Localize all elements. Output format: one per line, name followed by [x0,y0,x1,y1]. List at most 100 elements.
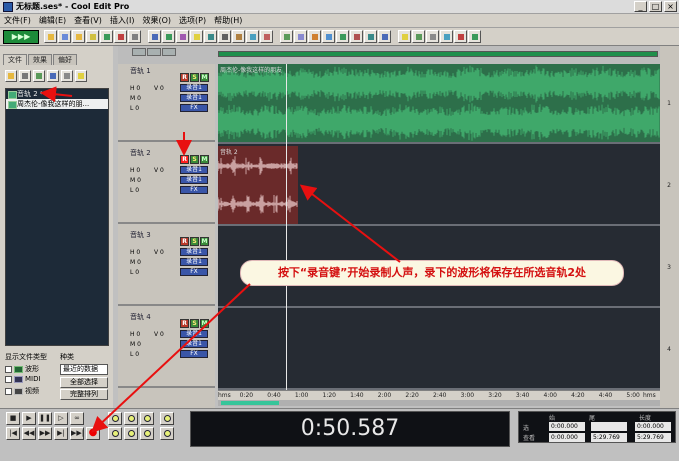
h-value[interactable]: H 0 [130,167,154,174]
output-device-button[interactable]: 录音1 [180,258,208,266]
solo-button[interactable]: S [190,319,199,328]
m-value[interactable]: M 0 [130,259,154,266]
toolbar-button-8[interactable] [148,30,161,43]
track-lane-2[interactable]: 音轨 2 [217,146,660,226]
minimize-button[interactable]: _ [634,1,647,12]
fx-button[interactable]: FX [180,186,208,194]
tab-files[interactable]: 文件 [3,54,27,65]
toolbar-button-17[interactable] [280,30,293,43]
zoom-out-v-button[interactable] [160,427,174,440]
toolbar-button-30[interactable] [468,30,481,43]
session-overview-bar[interactable] [218,51,658,57]
v-value[interactable]: V 0 [154,85,178,92]
selection-end[interactable] [591,422,627,431]
menu-view[interactable]: 查看(V) [74,15,102,26]
loop-button[interactable]: ∞ [70,412,84,425]
track-name[interactable]: 音轨 4 [130,312,151,322]
track-lane-1[interactable]: 周杰伦-像我这样的朋友 [217,64,660,144]
record-button[interactable]: ● [86,427,100,440]
selection-length[interactable]: 0:00.000 [635,422,671,431]
mini-tab-1[interactable] [132,48,146,56]
type-midi-row[interactable]: MIDI [5,375,41,383]
view-begin[interactable]: 0:00.000 [549,433,585,442]
zoom-selection-button[interactable] [140,427,154,440]
view-end[interactable]: 5:29.769 [591,433,627,442]
toolbar-button-13[interactable] [218,30,231,43]
go-to-start-button[interactable]: |◀ [6,427,20,440]
v-value[interactable]: V 0 [154,167,178,174]
zoom-in-h-button[interactable] [108,412,122,425]
m-value[interactable]: M 0 [130,341,154,348]
rewind-button[interactable]: ◀◀ [22,427,36,440]
close-button[interactable]: × [664,1,677,12]
track-header-4[interactable]: 音轨 4 RSM H 0V 0M 0 L 0 录音1 录音1 FX [118,310,215,388]
track-header-2[interactable]: 音轨 2 RSM H 0V 0M 0 L 0 录音1 录音1 FX [118,146,215,224]
play-button[interactable]: ▶ [22,412,36,425]
record-source-button[interactable]: 录音1 [180,330,208,338]
toolbar-button-15[interactable] [246,30,259,43]
insert-file-button[interactable] [33,70,45,82]
mute-button[interactable]: M [200,73,209,82]
tab-favorites[interactable]: 偏好 [53,54,77,65]
time-ruler[interactable]: hms 0:20 0:40 1:00 1:20 1:40 2:00 2:20 2:40 3:00 3… [218,390,660,400]
toolbar-button-18[interactable] [294,30,307,43]
multitrack-view[interactable]: 周杰伦-像我这样的朋友 音轨 2 [217,64,660,390]
l-value[interactable]: L 0 [130,351,154,358]
toolbar-button-21[interactable] [336,30,349,43]
track-header-3[interactable]: 音轨 3 RSM H 0V 0M 0 L 0 录音1 录音1 FX [118,228,215,306]
mode-switch-button[interactable]: ▶▶▶ [3,30,39,44]
toolbar-button-26[interactable] [412,30,425,43]
solo-button[interactable]: S [190,155,199,164]
record-source-button[interactable]: 录音1 [180,248,208,256]
output-device-button[interactable]: 录音1 [180,176,208,184]
h-value[interactable]: H 0 [130,331,154,338]
toolbar-button-1[interactable] [44,30,57,43]
tab-effects[interactable]: 效果 [28,54,52,65]
record-arm-button[interactable]: R [180,155,189,164]
pause-button[interactable]: ❚❚ [38,412,52,425]
toolbar-button-23[interactable] [364,30,377,43]
play-from-cursor-button[interactable]: ▷ [54,412,68,425]
toolbar-button-2[interactable] [58,30,71,43]
menu-edit[interactable]: 编辑(E) [39,15,66,26]
maximize-button[interactable]: □ [649,1,662,12]
close-file-button[interactable] [19,70,31,82]
m-value[interactable]: M 0 [130,177,154,184]
mini-tab-2[interactable] [147,48,161,56]
v-value[interactable]: V 0 [154,249,178,256]
fast-forward-button[interactable]: ▶▶ [38,427,52,440]
view-length[interactable]: 5:29.769 [635,433,671,442]
mini-tab-3[interactable] [162,48,176,56]
toolbar-button-19[interactable] [308,30,321,43]
menu-insert[interactable]: 插入(I) [110,15,135,26]
go-to-end-alt-button[interactable]: ▶▶| [70,427,84,440]
toolbar-button-22[interactable] [350,30,363,43]
track-name[interactable]: 音轨 3 [130,230,151,240]
toolbar-button-28[interactable] [440,30,453,43]
track-header-1[interactable]: 音轨 1 RSM H 0V 0M 0 L 0 录音1 录音1 FX [118,64,215,142]
zoom-out-h-button[interactable] [124,412,138,425]
l-value[interactable]: L 0 [130,187,154,194]
menu-options[interactable]: 选项(P) [179,15,206,26]
selection-begin[interactable]: 0:00.000 [549,422,585,431]
zoom-right-button[interactable] [124,427,138,440]
toolbar-button-11[interactable] [190,30,203,43]
l-value[interactable]: L 0 [130,105,154,112]
file-help-button[interactable] [75,70,87,82]
sort-select[interactable]: 最近的数据 [60,364,108,375]
waveform-checkbox[interactable] [5,365,12,373]
record-arm-button[interactable]: R [180,237,189,246]
toolbar-button-24[interactable] [378,30,391,43]
toolbar-button-12[interactable] [204,30,217,43]
m-value[interactable]: M 0 [130,95,154,102]
scrollbar-thumb[interactable] [221,401,279,405]
horizontal-scrollbar[interactable] [218,400,660,406]
fx-button[interactable]: FX [180,268,208,276]
track-lane-4[interactable] [218,310,660,390]
output-device-button[interactable]: 录音1 [180,340,208,348]
menu-file[interactable]: 文件(F) [4,15,31,26]
solo-button[interactable]: S [190,237,199,246]
toolbar-button-29[interactable] [454,30,467,43]
v-value[interactable]: V 0 [154,331,178,338]
toolbar-button-6[interactable] [114,30,127,43]
